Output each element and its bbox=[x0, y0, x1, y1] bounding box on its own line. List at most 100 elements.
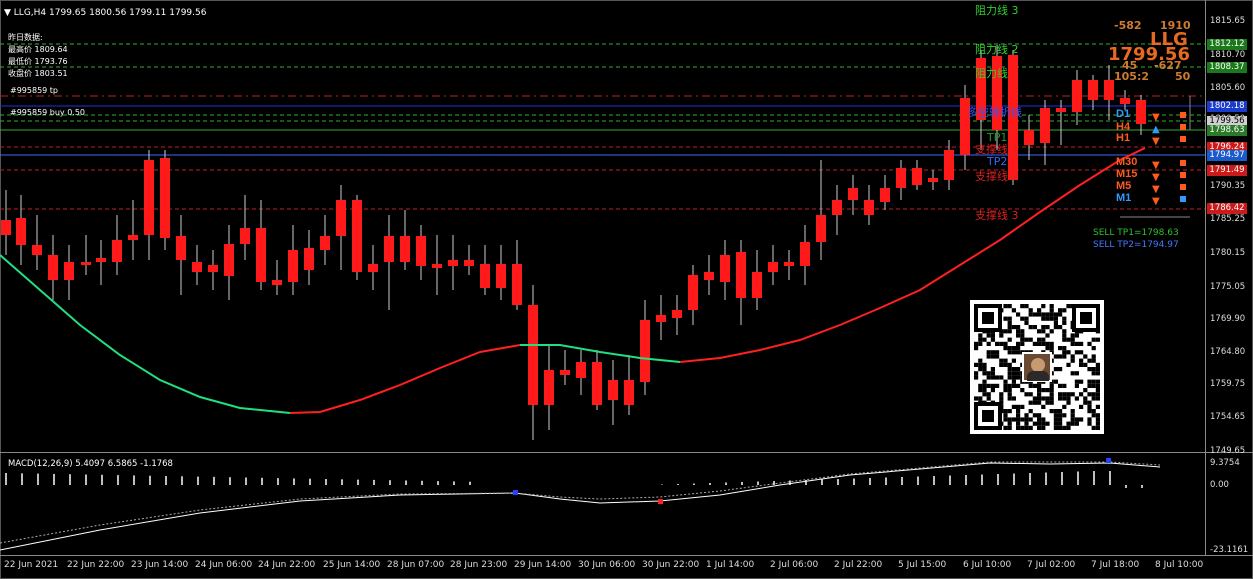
candle-body bbox=[16, 218, 26, 245]
time-axis-label: 24 Jun 22:00 bbox=[258, 560, 316, 570]
price-axis-label: 1785.25 bbox=[1210, 214, 1246, 224]
pane-separator bbox=[0, 452, 1253, 453]
candle-body bbox=[624, 380, 634, 405]
qr-code-image bbox=[970, 300, 1104, 434]
resistance-2-label: 阻力线 2 bbox=[975, 43, 1019, 56]
candle-body bbox=[672, 310, 682, 318]
candle-body bbox=[160, 158, 170, 238]
sell-tp1-label: SELL TP1=1798.63 bbox=[1093, 228, 1179, 238]
trend-arrow-icon: ▼ bbox=[1152, 136, 1160, 147]
tf-m1[interactable]: M1 bbox=[1116, 192, 1131, 204]
candle-body bbox=[832, 200, 842, 215]
candle-body bbox=[480, 264, 490, 288]
tf-m5[interactable]: M5 bbox=[1116, 180, 1131, 192]
candle-body bbox=[544, 370, 554, 405]
candle-body bbox=[64, 262, 74, 280]
trend-arrow-icon: ▼ bbox=[1152, 172, 1160, 183]
macd-signal-line bbox=[0, 461, 1161, 544]
candle-body bbox=[320, 236, 330, 250]
candle-body bbox=[592, 362, 602, 405]
candle-body bbox=[1040, 108, 1050, 143]
moving-average-line bbox=[0, 254, 291, 414]
time-axis-label: 30 Jun 22:00 bbox=[642, 560, 700, 570]
candle-body bbox=[928, 178, 938, 182]
resistance-3-label: 阻力线 3 bbox=[975, 4, 1019, 17]
candle-body bbox=[1056, 108, 1066, 112]
candle-body bbox=[848, 188, 858, 200]
candle-body bbox=[432, 264, 442, 268]
resistance-1-label: 阻力线 bbox=[975, 67, 1008, 80]
macd-cross-marker bbox=[513, 490, 518, 495]
order-tp-label[interactable]: #995859 tp bbox=[10, 86, 58, 96]
price-tag: 1798.63 bbox=[1207, 125, 1247, 136]
tf-m30[interactable]: M30 bbox=[1116, 156, 1137, 168]
panel-ratio: 105:2 bbox=[1114, 70, 1150, 83]
time-axis-label: 30 Jun 06:00 bbox=[578, 560, 636, 570]
info-close: 收盘价 1803.51 bbox=[8, 69, 68, 78]
macd-line bbox=[0, 462, 1161, 551]
tf-m15[interactable]: M15 bbox=[1116, 168, 1137, 180]
symbol-header: ▼ LLG,H4 1799.65 1800.56 1799.11 1799.56 bbox=[4, 8, 207, 18]
price-tag: 1786.42 bbox=[1207, 203, 1247, 214]
candle-body bbox=[656, 315, 666, 322]
time-axis-label: 23 Jun 14:00 bbox=[131, 560, 189, 570]
candle-body bbox=[864, 200, 874, 215]
price-tag: 1808.37 bbox=[1207, 62, 1247, 73]
price-axis-label: 1810.70 bbox=[1210, 50, 1246, 60]
price-tag: 1812.12 bbox=[1207, 39, 1247, 50]
moving-average-line bbox=[520, 344, 681, 363]
candle-body bbox=[560, 370, 570, 375]
price-axis-label: 1775.05 bbox=[1210, 282, 1246, 292]
candle-body bbox=[1088, 80, 1098, 100]
macd-chart[interactable] bbox=[0, 455, 1205, 553]
candle-body bbox=[896, 168, 906, 188]
candle-body bbox=[32, 245, 42, 255]
macd-axis-bottom: -23.1161 bbox=[1210, 545, 1249, 555]
candle-body bbox=[256, 228, 266, 282]
time-axis-label: 25 Jun 14:00 bbox=[323, 560, 381, 570]
macd-label: MACD(12,26,9) 5.4097 6.5865 -1.1768 bbox=[8, 459, 173, 469]
candle-body bbox=[336, 200, 346, 236]
time-axis-label: 2 Jul 22:00 bbox=[834, 560, 883, 570]
signal-square-icon bbox=[1180, 196, 1186, 202]
candle-body bbox=[1024, 130, 1034, 145]
time-axis-label: 22 Jun 22:00 bbox=[67, 560, 125, 570]
time-axis-label: 1 Jul 14:00 bbox=[706, 560, 755, 570]
macd-axis-top: 9.3754 bbox=[1210, 458, 1240, 468]
signal-square-icon bbox=[1180, 136, 1186, 142]
candle-body bbox=[608, 380, 618, 400]
dropdown-triangle-icon[interactable]: ▼ bbox=[4, 8, 11, 18]
candle-body bbox=[272, 280, 282, 285]
candle-body bbox=[688, 275, 698, 310]
macd-cross-marker bbox=[658, 499, 663, 504]
tf-h1[interactable]: H1 bbox=[1116, 132, 1130, 144]
candle-body bbox=[736, 252, 746, 298]
price-tag: 1794.97 bbox=[1207, 150, 1247, 161]
time-axis-label: 2 Jul 06:00 bbox=[770, 560, 819, 570]
candle-body bbox=[1136, 100, 1146, 124]
price-tag: 1791.49 bbox=[1207, 165, 1247, 176]
info-low: 最低价 1793.76 bbox=[8, 57, 68, 66]
candle-body bbox=[1104, 80, 1114, 100]
reversal-line-label: 多空转折线 bbox=[967, 106, 1022, 119]
time-axis-label: 29 Jun 14:00 bbox=[514, 560, 572, 570]
signal-square-icon bbox=[1180, 112, 1186, 118]
spread-left: -582 bbox=[1114, 19, 1142, 32]
candle-body bbox=[640, 320, 650, 382]
avatar bbox=[1022, 352, 1052, 382]
axis-separator bbox=[1205, 0, 1206, 556]
price-axis-label: 1780.15 bbox=[1210, 248, 1246, 258]
tf-d1[interactable]: D1 bbox=[1116, 108, 1130, 120]
candle-body bbox=[752, 272, 762, 298]
tp2-label: TP2 bbox=[987, 155, 1008, 168]
price-axis-label: 1790.35 bbox=[1210, 181, 1246, 191]
candle-body bbox=[512, 264, 522, 305]
candle-body bbox=[208, 265, 218, 272]
pane-separator-bottom bbox=[0, 555, 1253, 556]
trend-arrow-icon: ▼ bbox=[1152, 112, 1160, 123]
candle-body bbox=[768, 262, 778, 272]
candle-body bbox=[880, 188, 890, 202]
order-buy-label[interactable]: #995859 buy 0.50 bbox=[10, 108, 85, 118]
macd-axis-zero: 0.00 bbox=[1210, 480, 1229, 490]
time-axis-label: 28 Jun 23:00 bbox=[450, 560, 508, 570]
